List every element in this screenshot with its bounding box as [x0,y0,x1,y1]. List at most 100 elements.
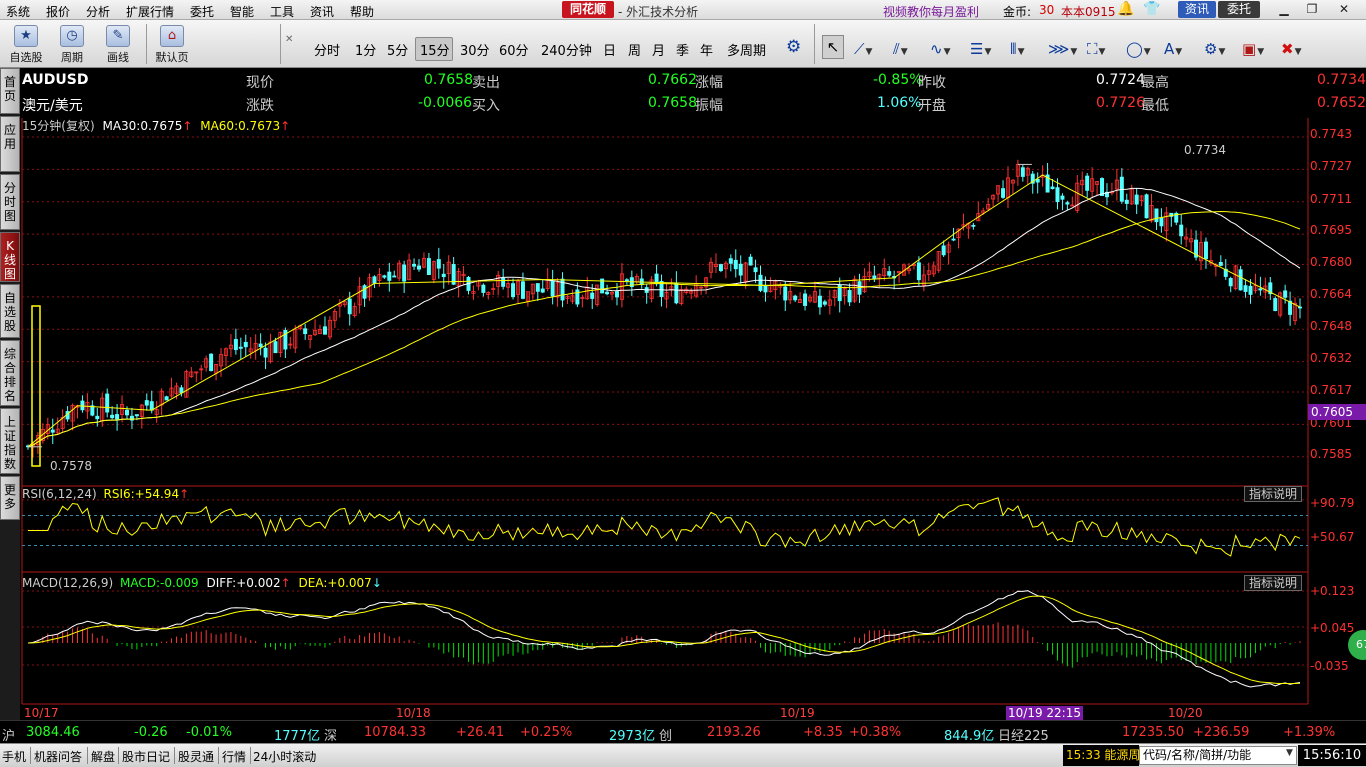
period-15min[interactable]: 15分 [420,40,450,59]
sh-index[interactable]: 3084.46 [26,725,80,740]
bottom-mobile[interactable]: 手机 [2,748,26,765]
price-tick: 0.7695 [1310,223,1352,237]
news-ticker[interactable]: 15:33 能源周 [1063,745,1139,766]
x-date-label: 10/17 [24,706,59,720]
gann-tool-icon[interactable]: ⦀▼ [1010,40,1042,58]
trade-button[interactable]: 委托 [1218,1,1260,18]
period-day[interactable]: 日 [603,40,616,59]
ma60-value: 0.7673 [238,119,281,133]
bottom-market[interactable]: 行情 [222,748,246,765]
amp-value: 1.06% [877,95,922,111]
restore-icon[interactable]: ❐ [1302,1,1322,18]
candle-body [738,263,743,276]
parallel-line-tool-icon[interactable]: ⫽▼ [893,40,925,58]
channel-tool-icon[interactable]: ⋙▼ [1048,40,1080,58]
wave-tool-icon[interactable]: ∿▼ [930,40,962,58]
promo-link[interactable]: 视频教你每月盈利 [883,3,979,20]
bottom-diary[interactable]: 股市日记 [122,748,170,765]
candle-body [1100,178,1105,196]
period-multi[interactable]: 多周期 [727,40,766,59]
macd-level-mid: +0.045 [1310,621,1355,635]
candle-body [1020,167,1025,177]
tab-home[interactable]: 首页 [0,68,20,114]
period-fenshi[interactable]: 分时 [314,40,340,59]
period-60min[interactable]: 60分 [499,40,529,59]
candle-body [511,283,516,298]
settings-gear-icon[interactable]: ⚙ [786,37,801,57]
draw-settings-icon[interactable]: ⚙▼ [1204,40,1236,58]
candle-body [614,291,619,298]
menu-system[interactable]: 系统 [6,3,30,20]
tab-timeshare[interactable]: 分时图 [0,174,20,230]
line-tool-icon[interactable]: ⟋▼ [854,40,886,58]
default-page-button[interactable]: ⌂ 默认页 [150,23,194,66]
tab-self-select[interactable]: 自选股 [0,284,20,338]
ma-legend: 15分钟(复权) MA30:0.7675↑ MA60:0.7673↑ [22,117,290,134]
tab-apps[interactable]: 应用 [0,116,20,172]
shirt-icon[interactable]: 👕 [1143,1,1160,17]
bottom-robot-qa[interactable]: 机器问答 [34,748,82,765]
candle-body [441,273,446,278]
menu-extended-quote[interactable]: 扩展行情 [126,3,174,20]
period-5min[interactable]: 5分 [387,40,408,59]
self-select-button[interactable]: ★ 自选股 [6,23,46,66]
tab-more[interactable]: 更多 [0,476,20,520]
tab-ranking[interactable]: 综合排名 [0,340,20,406]
rsi-explain-button[interactable]: 指标说明 [1244,486,1302,502]
brand-logo: 同花顺 [562,1,614,18]
text-tool-icon[interactable]: A▼ [1164,40,1196,58]
period-year[interactable]: 年 [700,40,713,59]
chart-area[interactable]: AUDUSD 澳元/美元 现价 涨跌 0.7658 -0.0066 卖出 买入 … [20,68,1366,720]
period-240min[interactable]: 240分钟 [541,40,592,59]
candle-body [753,267,758,273]
fibonacci-tool-icon[interactable]: ☰▼ [970,40,1002,58]
search-dropdown-icon[interactable]: ▼ [1286,748,1293,758]
tab-kline[interactable]: K线图 [0,232,20,282]
period-1min[interactable]: 1分 [355,40,376,59]
search-input[interactable]: 代码/名称/简拼/功能 [1139,746,1297,765]
period-month[interactable]: 月 [652,40,665,59]
bottom-analysis[interactable]: 解盘 [91,748,115,765]
cy-index[interactable]: 2193.26 [707,725,761,740]
collapse-icon[interactable]: ✕ [285,34,293,45]
menu-help[interactable]: 帮助 [350,3,374,20]
ellipse-tool-icon[interactable]: ◯▼ [1126,40,1158,58]
period-30min[interactable]: 30分 [460,40,490,59]
bell-icon[interactable]: 🔔 [1117,1,1134,17]
candle-body [817,295,822,308]
minimize-icon[interactable]: ▁ [1274,1,1294,18]
sz-index[interactable]: 10784.33 [364,725,426,740]
up-arrow-icon: ↑ [280,119,291,133]
close-icon[interactable]: ✕ [1334,1,1354,18]
menu-news[interactable]: 资讯 [310,3,334,20]
candle-body [758,274,763,291]
chart-canvas[interactable] [20,68,1366,720]
delete-drawings-icon[interactable]: ✖▼ [1281,40,1313,58]
draw-line-button[interactable]: ✎ 画线 [98,23,138,66]
bottom-guling[interactable]: 股灵通 [178,748,214,765]
candle-body [1060,195,1065,200]
macd-explain-button[interactable]: 指标说明 [1244,575,1302,591]
nikkei-index[interactable]: 17235.50 [1122,725,1184,740]
menu-trade[interactable]: 委托 [190,3,214,20]
period-quarter[interactable]: 季 [676,40,689,59]
cycle-button[interactable]: ◷ 周期 [50,23,94,66]
period-week[interactable]: 周 [628,40,641,59]
clock-icon: ◷ [60,25,84,47]
menu-tools[interactable]: 工具 [270,3,294,20]
bottom-24h-scroll[interactable]: 24小时滚动 [253,748,316,765]
menu-smart[interactable]: 智能 [230,3,254,20]
candle-body [164,396,169,401]
macd-label: MACD(12,26,9) [22,576,114,590]
eraser-tool-icon[interactable]: ▣▼ [1242,40,1274,58]
rectangle-tool-icon[interactable]: ⛶▼ [1087,40,1119,58]
candle-body [436,259,441,269]
tab-sh-index[interactable]: 上证指数 [0,408,20,474]
toolbar: ★ 自选股 ◷ 周期 ✎ 画线 ⌂ 默认页 ✕ 分时 1分 5分 15分 30分… [0,20,1366,68]
cursor-tool-icon[interactable]: ↖ [822,35,844,59]
news-button[interactable]: 资讯 [1178,1,1216,18]
menu-analysis[interactable]: 分析 [86,3,110,20]
menu-quote[interactable]: 报价 [46,3,70,20]
ma60-label: MA60: [200,119,239,133]
up-arrow-icon: ↑ [280,576,291,590]
